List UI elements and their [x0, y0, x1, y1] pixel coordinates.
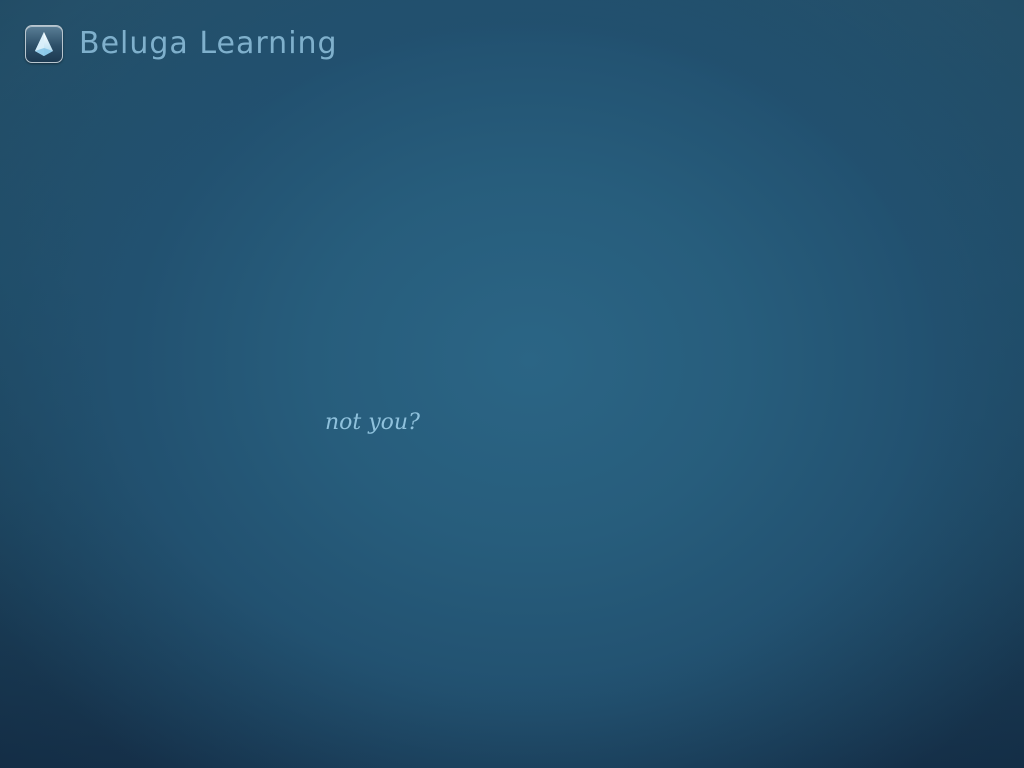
- background-vignette: [0, 0, 1024, 768]
- brand-header: Beluga Learning: [25, 24, 338, 64]
- not-you-link[interactable]: not you?: [325, 408, 420, 438]
- app-title: Beluga Learning: [79, 26, 338, 61]
- beluga-logo-icon: [25, 25, 63, 63]
